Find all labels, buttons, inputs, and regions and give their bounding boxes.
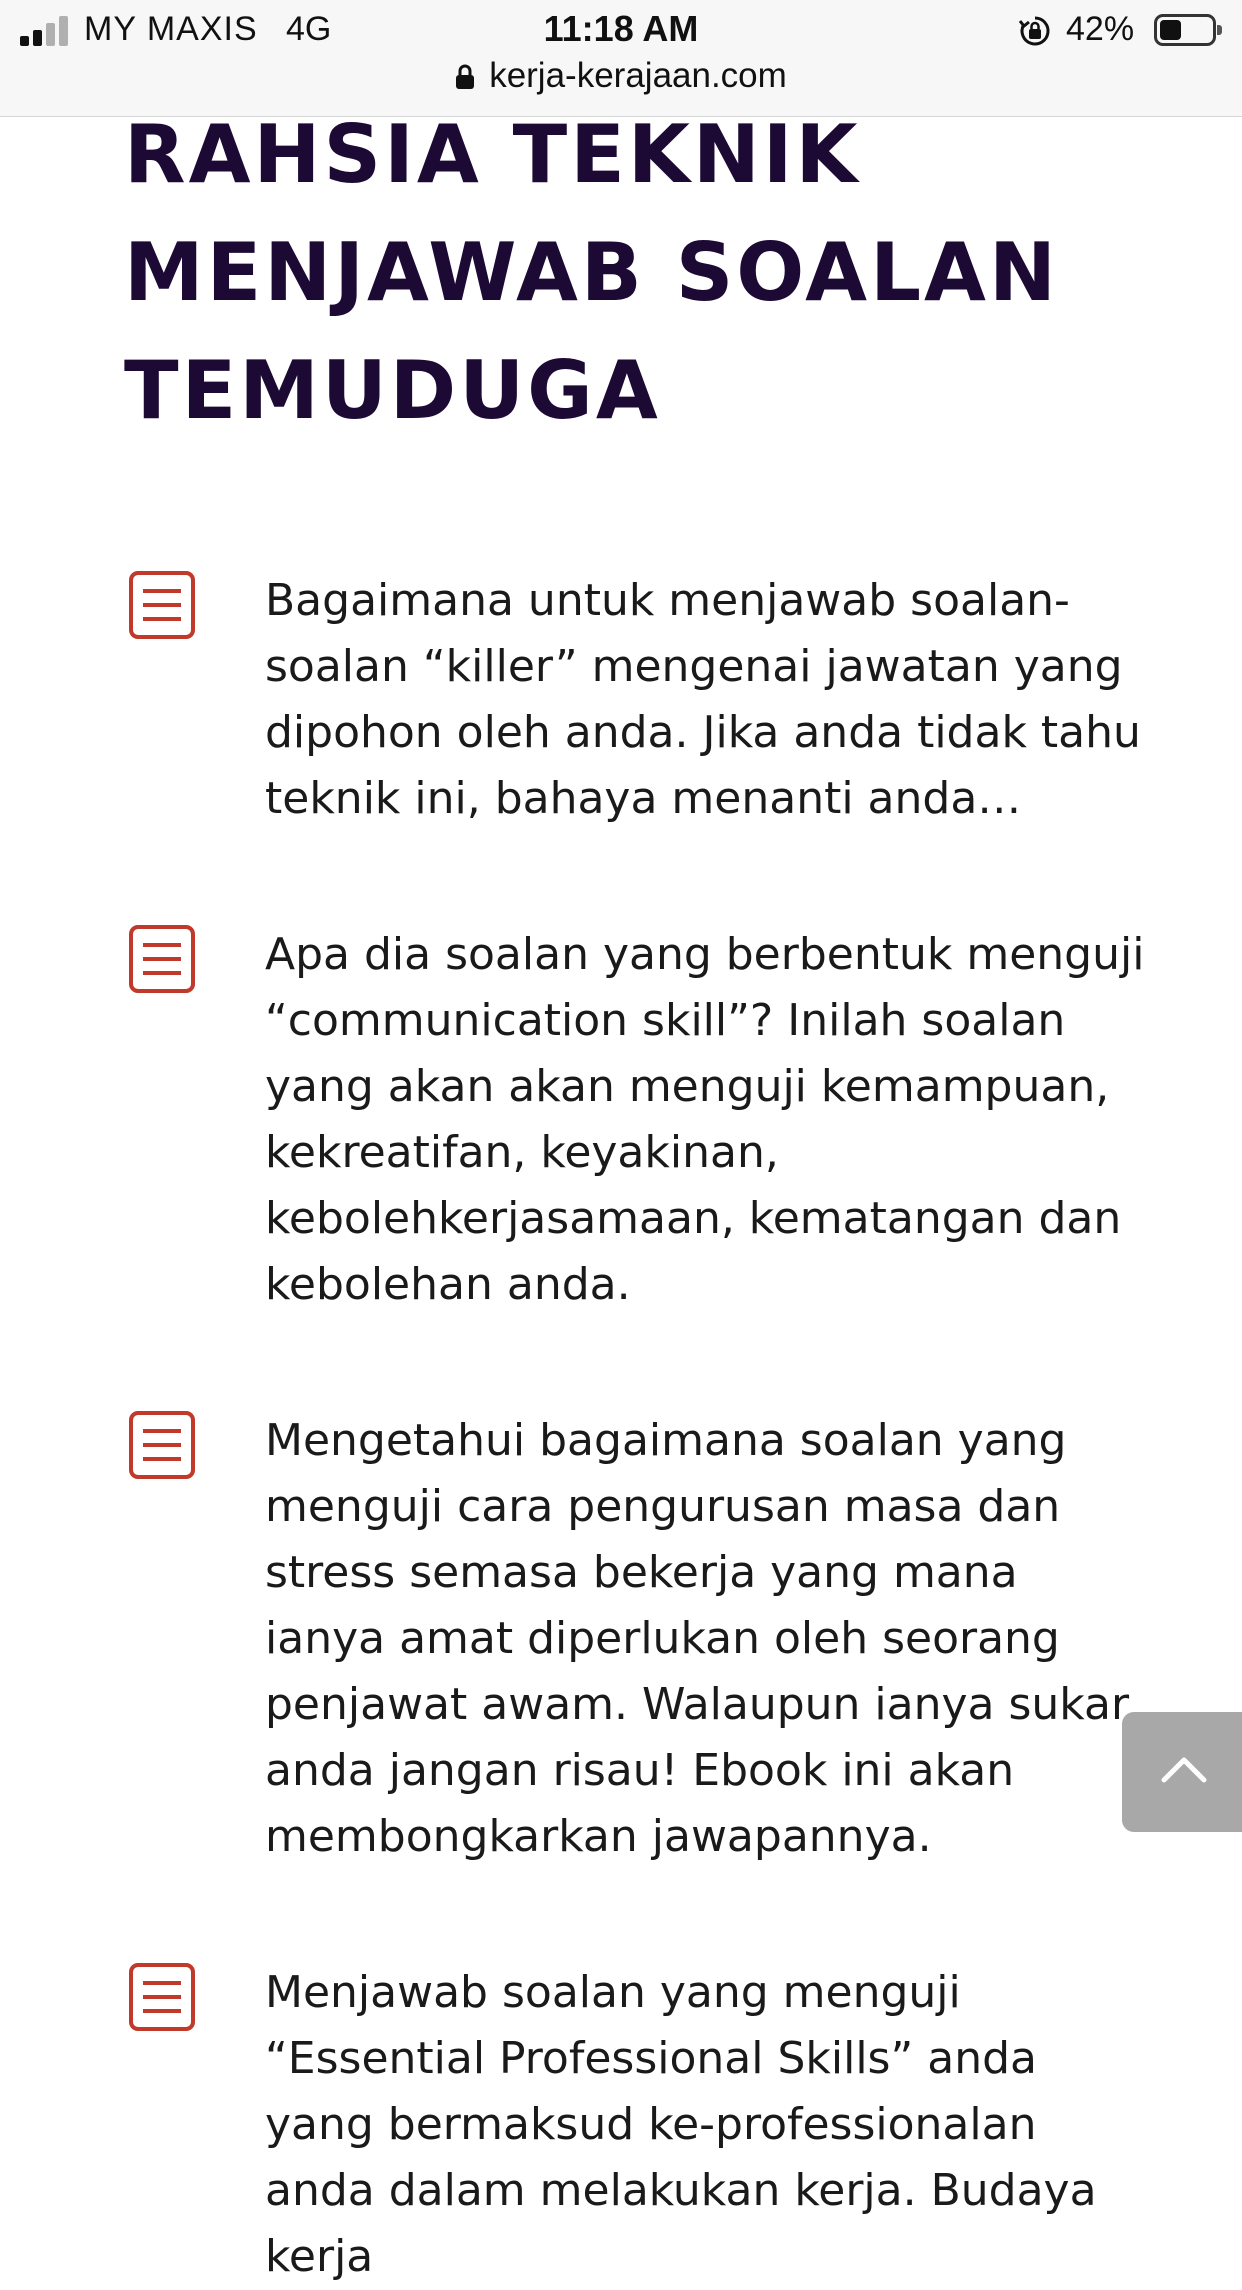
- browser-chrome: MY MAXIS 4G 11:18 AM 42% kerja-kerajaan.…: [0, 0, 1242, 117]
- document-list-icon: [129, 1963, 195, 2031]
- scroll-to-top-button[interactable]: [1122, 1712, 1242, 1832]
- feature-text: Apa dia soalan yang berbentuk menguji “c…: [265, 929, 1145, 1310]
- battery-icon: [1154, 14, 1222, 46]
- document-list-icon: [129, 1411, 195, 1479]
- document-list-icon: [129, 571, 195, 639]
- status-bar: MY MAXIS 4G 11:18 AM 42%: [0, 0, 1242, 62]
- address-bar[interactable]: kerja-kerajaan.com: [0, 56, 1242, 96]
- battery-level: [1160, 20, 1181, 40]
- padlock-icon: [456, 64, 475, 89]
- feature-text: Bagaimana untuk menjawab soalan-soalan “…: [265, 575, 1141, 824]
- page-title: RAHSIA TEKNIK MENJAWAB SOALAN TEMUDUGA: [124, 108, 1059, 437]
- rotation-lock-icon: [1018, 16, 1050, 46]
- document-list-icon: [129, 925, 195, 993]
- feature-text: Mengetahui bagaimana soalan yang menguji…: [265, 1415, 1144, 1862]
- status-time: 11:18 AM: [543, 8, 699, 49]
- url-text: kerja-kerajaan.com: [489, 56, 787, 95]
- battery-percent: 42%: [1066, 10, 1135, 48]
- chevron-up-icon: [1161, 1757, 1207, 1783]
- feature-text: Menjawab soalan yang menguji “Essential …: [265, 1967, 1097, 2282]
